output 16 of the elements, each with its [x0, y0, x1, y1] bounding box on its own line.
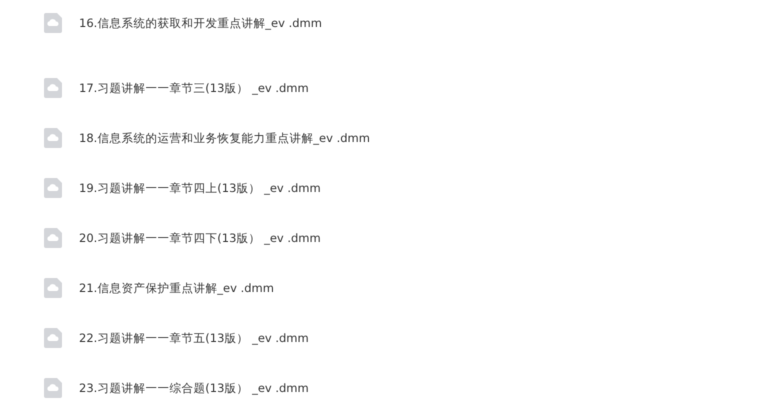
file-name[interactable]: 17.习题讲解一一章节三(13版） _ev .dmm	[79, 80, 309, 96]
cloud-file-icon[interactable]	[44, 378, 62, 398]
file-name[interactable]: 23.习题讲解一一综合题(13版） _ev .dmm	[79, 380, 309, 396]
file-name[interactable]: 16.信息系统的获取和开发重点讲解_ev .dmm	[79, 16, 322, 30]
cloud-file-icon[interactable]	[44, 278, 62, 298]
file-name[interactable]: 20.习题讲解一一章节四下(13版） _ev .dmm	[79, 230, 321, 246]
cloud-file-icon[interactable]	[44, 178, 62, 198]
cloud-file-icon[interactable]	[44, 13, 62, 33]
cloud-file-icon[interactable]	[44, 228, 62, 248]
file-name[interactable]: 21.信息资产保护重点讲解_ev .dmm	[79, 280, 274, 296]
file-name[interactable]: 19.习题讲解一一章节四上(13版） _ev .dmm	[79, 180, 321, 196]
file-name[interactable]: 22.习题讲解一一章节五(13版） _ev .dmm	[79, 330, 309, 346]
cloud-file-icon[interactable]	[44, 328, 62, 348]
cloud-file-icon[interactable]	[44, 128, 62, 148]
file-name[interactable]: 18.信息系统的运营和业务恢复能力重点讲解_ev .dmm	[79, 130, 370, 146]
cloud-file-icon[interactable]	[44, 78, 62, 98]
